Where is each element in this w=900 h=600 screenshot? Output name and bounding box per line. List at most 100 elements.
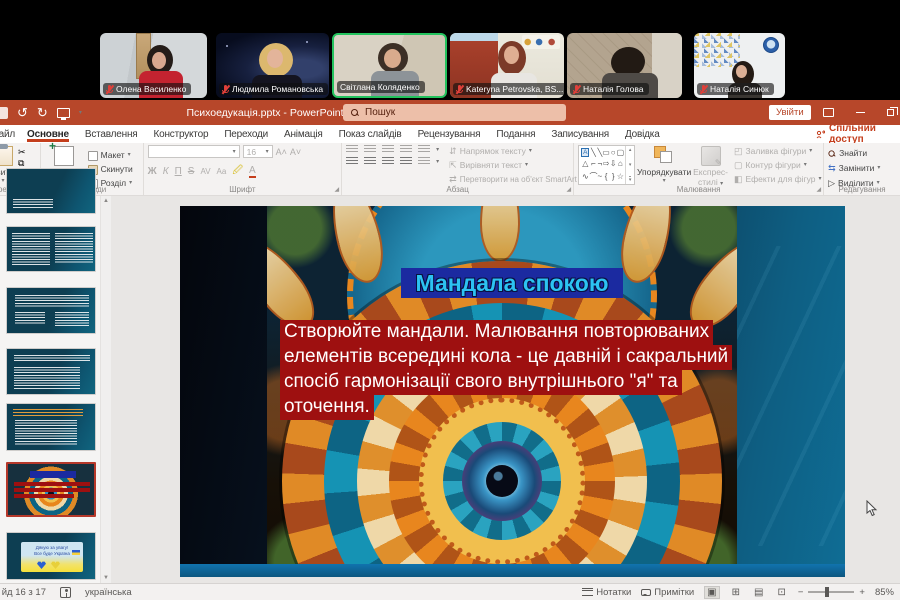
arrange-button[interactable]: Упорядкувати ▾ xyxy=(641,145,687,185)
slideshow-view-button[interactable]: ⊡ xyxy=(775,587,787,598)
increase-indent-icon xyxy=(400,145,412,154)
slide-body-textbox[interactable]: Створюйте мандали. Малювання повторювани… xyxy=(280,320,720,420)
zoom-slider-handle[interactable] xyxy=(825,587,829,597)
slide-thumbnail[interactable]: Дякую за увагу! Все буде Україна xyxy=(6,532,96,580)
participant-name-badge: Олена Василенко xyxy=(103,83,191,95)
paragraph-group: ▾ ▾ ⇵Напрямок тексту ▾ ⇱Вирівняти текст … xyxy=(342,143,574,195)
ribbon: Вставити ▾ ✂ ⧉ 🖉 Буфер обміну ◢ С xyxy=(0,143,900,196)
participant-name: Наталія Синюк xyxy=(710,84,769,94)
scroll-down-icon[interactable]: ▼ xyxy=(103,575,109,581)
customize-qat-icon[interactable]: ▾ xyxy=(79,109,82,116)
zoom-slider[interactable]: − + xyxy=(798,587,865,598)
participant-tile[interactable]: Kateryna Petrovska, BS... xyxy=(450,33,564,98)
slide-canvas[interactable]: Мандала спокою Створюйте мандали. Малюва… xyxy=(180,206,845,577)
slide-thumbnail[interactable] xyxy=(6,403,96,451)
participant-tile-active-speaker[interactable]: Світлана Коляденко xyxy=(332,33,447,98)
tab-slideshow[interactable]: Показ слайдів xyxy=(331,129,410,140)
participant-name-badge: Наталія Голова xyxy=(570,83,649,95)
slide-number-indicator[interactable]: Слайд 16 з 17 xyxy=(2,587,46,598)
participant-tile[interactable]: Наталія Голова xyxy=(567,33,682,98)
tab-view[interactable]: Подання xyxy=(488,129,543,140)
search-placeholder: Пошук xyxy=(365,107,395,118)
numbering-icon xyxy=(364,145,376,154)
undo-icon[interactable]: ↺ xyxy=(17,106,28,119)
tab-insert[interactable]: Вставлення xyxy=(77,129,146,140)
strikethrough-button: S xyxy=(188,166,195,177)
align-left-icon[interactable] xyxy=(346,157,358,166)
layout-icon xyxy=(88,151,98,161)
textbox-shape-icon: A xyxy=(581,148,589,157)
tab-record[interactable]: Записування xyxy=(543,129,617,140)
participant-tile[interactable]: Олена Василенко xyxy=(100,33,207,98)
status-bar: Слайд 16 з 17 українська Нотатки Примітк… xyxy=(0,583,900,600)
paste-icon xyxy=(0,146,13,166)
participant-name-badge: Світлана Коляденко xyxy=(337,81,425,93)
paragraph-dialog-launcher[interactable]: ◢ xyxy=(567,186,572,193)
slide-sorter-view-button[interactable]: ⊞ xyxy=(730,587,742,598)
tab-review[interactable]: Рецензування xyxy=(410,129,489,140)
normal-view-button[interactable]: ▣ xyxy=(704,586,719,599)
shapes-gallery-scroll[interactable]: ▴▾▾ xyxy=(625,146,634,184)
save-icon[interactable] xyxy=(0,107,8,119)
replace-icon: ⇆ xyxy=(828,164,836,173)
bullets-icon xyxy=(346,145,358,154)
slide-thumbnail[interactable] xyxy=(6,287,96,334)
zoom-level[interactable]: 85% xyxy=(875,587,894,598)
editing-group: Знайти ⇆Замінити ▾ ▷Виділити ▾ Редагуван… xyxy=(824,143,900,195)
mouse-cursor xyxy=(866,500,878,517)
slide-thumbnail-selected[interactable] xyxy=(6,462,96,517)
start-slideshow-icon[interactable] xyxy=(57,108,70,118)
minimize-icon[interactable] xyxy=(856,112,865,114)
tab-animations[interactable]: Анімація xyxy=(276,129,331,140)
participant-tile[interactable]: Людмила Романовська xyxy=(216,33,329,98)
new-slide-icon xyxy=(54,146,74,166)
tab-design[interactable]: Конструктор xyxy=(145,129,216,140)
font-dialog-launcher[interactable]: ◢ xyxy=(335,186,340,193)
replace-button[interactable]: ⇆Замінити ▾ xyxy=(828,162,896,175)
notes-toggle[interactable]: Нотатки xyxy=(582,587,631,598)
slide-thumbnail[interactable] xyxy=(6,348,96,395)
restore-icon[interactable] xyxy=(887,109,894,116)
columns-icon xyxy=(418,157,430,166)
align-right-icon[interactable] xyxy=(382,157,394,166)
slide-thumbnail[interactable] xyxy=(6,168,96,214)
comments-toggle[interactable]: Примітки xyxy=(641,587,694,598)
copy-icon[interactable]: ⧉ xyxy=(18,159,28,168)
slide-body-line: елементів всередині кола - це давній і с… xyxy=(280,345,732,370)
align-center-icon[interactable] xyxy=(364,157,376,166)
redo-icon[interactable]: ↻ xyxy=(37,106,48,119)
zoom-in-icon[interactable]: + xyxy=(859,587,865,598)
share-button[interactable]: Спільний доступ xyxy=(816,125,900,143)
accessibility-checker-icon[interactable] xyxy=(60,587,71,598)
layout-button[interactable]: Макет ▾ xyxy=(88,149,133,162)
language-indicator[interactable]: українська xyxy=(85,587,132,598)
workspace: Дякую за увагу! Все буде Україна ▲ ▼ xyxy=(0,196,900,583)
font-group: ▾ 16▾ A˄ A˅ Ж К П S AV Aa 🖉 А Шрифт ◢ xyxy=(144,143,342,195)
zoom-video-strip: Олена Василенко Людмила Романовська Світ… xyxy=(0,0,900,100)
tab-file[interactable]: Файл xyxy=(0,129,15,140)
tab-home[interactable]: Основне xyxy=(19,129,77,140)
slide-thumbnail[interactable] xyxy=(6,226,96,272)
reading-view-button[interactable]: ▤ xyxy=(752,587,765,598)
shapes-gallery[interactable]: A╲╲▭○▢ △⌐¬⇨⇩⌂ ∿⌒~{}☆ ▴▾▾ xyxy=(578,145,635,185)
scroll-up-icon[interactable]: ▲ xyxy=(103,198,109,204)
justify-icon[interactable] xyxy=(400,157,412,166)
participant-name-badge: Наталія Синюк xyxy=(697,83,774,95)
slide-title-textbox[interactable]: Мандала спокою xyxy=(401,268,623,298)
bold-button: Ж xyxy=(148,166,157,177)
powerpoint-window: ↺ ↻ ▾ Психоедукація.pptx - PowerPoint По… xyxy=(0,100,900,600)
search-box[interactable]: Пошук xyxy=(343,104,566,121)
thumbnail-scrollbar[interactable]: ▲ ▼ xyxy=(100,196,111,583)
participant-name: Світлана Коляденко xyxy=(340,82,420,92)
tab-transitions[interactable]: Переходи xyxy=(216,129,276,140)
tab-help[interactable]: Довідка xyxy=(617,129,668,140)
cut-icon[interactable]: ✂ xyxy=(18,148,28,157)
participant-tile[interactable]: Наталія Синюк xyxy=(694,33,785,98)
mic-off-icon xyxy=(700,85,707,94)
shape-outline-button: ▢Контур фігури ▾ xyxy=(734,159,822,172)
zoom-out-icon[interactable]: − xyxy=(798,587,804,598)
signin-button[interactable]: Увійти xyxy=(769,105,811,120)
find-button[interactable]: Знайти xyxy=(828,147,896,160)
ribbon-display-options-icon[interactable] xyxy=(823,108,834,117)
drawing-dialog-launcher[interactable]: ◢ xyxy=(817,186,822,193)
